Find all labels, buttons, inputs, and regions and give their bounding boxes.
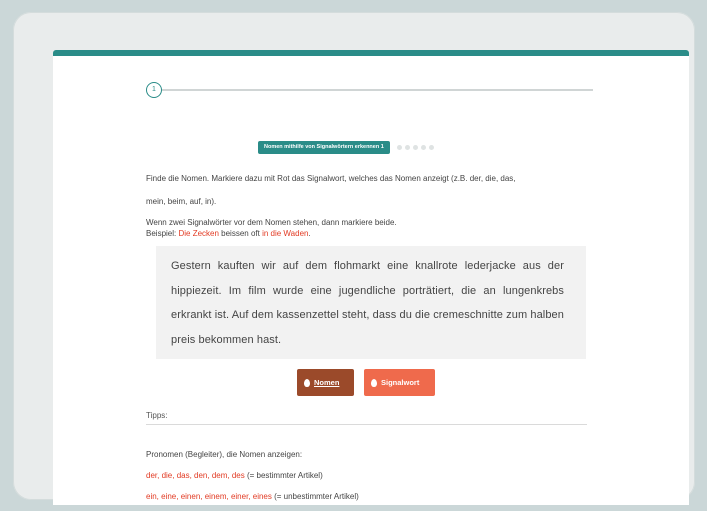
signalwort-button-label: Signalwort [381,378,420,387]
device-frame: 1 Nomen mithilfe von Signalwörtern erken… [13,12,695,505]
exercise-title-row: Nomen mithilfe von Signalwörtern erkenne… [258,140,437,154]
example-marked-1: Die Zecken [178,229,219,238]
step-indicator[interactable]: 1 [146,82,162,98]
difficulty-dot [396,144,402,150]
example-middle: beissen oft [218,229,263,238]
difficulty-dot [420,144,426,150]
indefinite-article-note: (= unbestimmter Artikel) [271,492,359,501]
instruction-line-3: Wenn zwei Signalwörter vor dem Nomen ste… [146,218,397,227]
exercise-screen: 1 Nomen mithilfe von Signalwörtern erken… [53,50,689,505]
progress-track [162,89,593,91]
exercise-text[interactable]: Gestern kauften wir auf dem flohmarkt ei… [171,254,564,352]
difficulty-dot [404,144,410,150]
nomen-marker-button[interactable]: Nomen [297,369,354,396]
tips-divider [146,424,587,425]
difficulty-dot [428,144,434,150]
marker-buttons: Nomen Signalwort [297,369,435,396]
example-end: . [308,229,311,238]
instruction-line-1: Finde die Nomen. Markiere dazu mit Rot d… [146,174,516,183]
difficulty-dots [396,144,437,150]
marker-drop-icon [304,378,310,387]
instruction-line-2: mein, beim, auf, in). [146,197,217,206]
example-marked-2: in die Waden [262,229,309,238]
progress-stepper: 1 [146,82,593,98]
definite-article-note: (= bestimmter Artikel) [244,471,323,480]
tips-pronomen-line: Pronomen (Begleiter), die Nomen anzeigen… [146,450,303,459]
exercise-text-box: Gestern kauften wir auf dem flohmarkt ei… [156,246,586,359]
tips-definite-articles: der, die, das, den, dem, des (= bestimmt… [146,471,323,481]
indefinite-article-list: ein, eine, einen, einem, einer, eines [146,492,272,501]
difficulty-dot [412,144,418,150]
example-line: Beispiel: Die Zecken beissen oft in die … [146,229,311,239]
nomen-button-label: Nomen [314,378,340,387]
tips-heading: Tipps: [146,411,168,420]
tips-indefinite-articles: ein, eine, einen, einem, einer, eines (=… [146,492,359,502]
definite-article-list: der, die, das, den, dem, des [146,471,245,480]
signalwort-marker-button[interactable]: Signalwort [364,369,435,396]
exercise-title-badge: Nomen mithilfe von Signalwörtern erkenne… [258,140,390,154]
example-prefix: Beispiel: [146,229,179,238]
marker-drop-icon [371,378,377,387]
